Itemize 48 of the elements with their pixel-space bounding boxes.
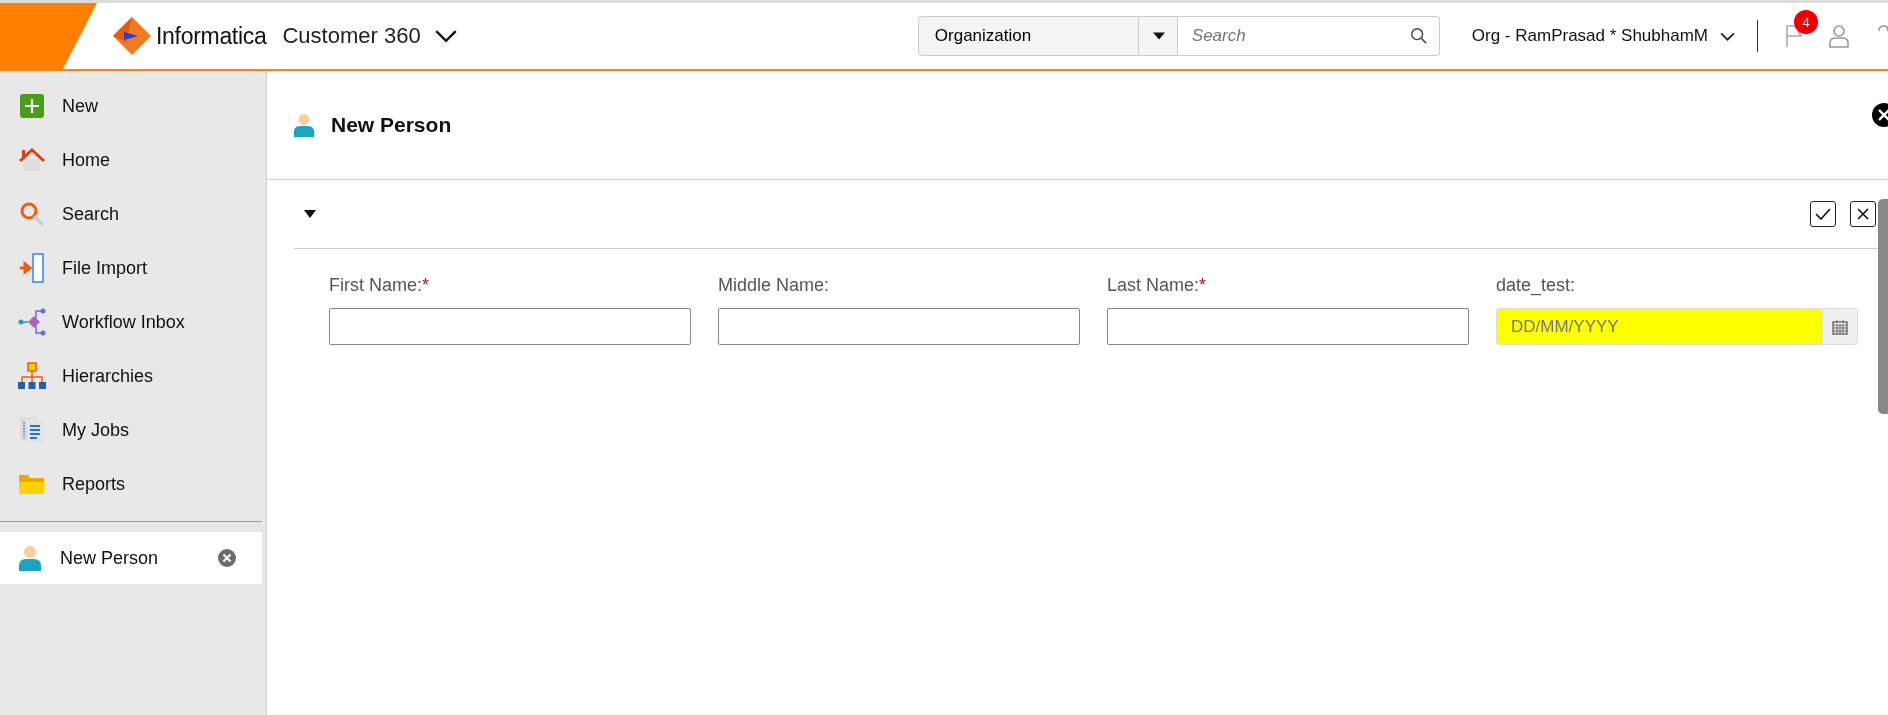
- date-field[interactable]: DD/MM/YYYY: [1496, 308, 1858, 345]
- chevron-down-icon[interactable]: [1720, 31, 1735, 41]
- sidebar-item[interactable]: File Import: [0, 241, 266, 295]
- calendar-button[interactable]: [1822, 309, 1857, 344]
- workflow-icon: [18, 308, 46, 336]
- close-icon: [1857, 208, 1869, 220]
- search-icon: [19, 201, 45, 227]
- caret-icon[interactable]: [1137, 16, 1165, 56]
- caret-icon[interactable]: [304, 210, 316, 218]
- scrollbar[interactable]: [1878, 199, 1888, 414]
- text-field[interactable]: [329, 308, 691, 345]
- plus-icon: [20, 94, 44, 118]
- search-field[interactable]: Search: [1177, 16, 1440, 56]
- sidebar-item[interactable]: Reports: [0, 457, 266, 511]
- open-record-tab[interactable]: New Person: [0, 532, 262, 584]
- save-button[interactable]: [1810, 201, 1836, 227]
- calendar-icon: [1832, 318, 1848, 335]
- flag-icon[interactable]: [1784, 24, 1804, 48]
- person-icon: [293, 113, 315, 137]
- app-name: Customer 360: [282, 23, 421, 49]
- panel-title: New Person: [331, 113, 453, 137]
- sidebar-item[interactable]: Workflow Inbox: [0, 295, 266, 349]
- field-label: First Name:*: [329, 275, 431, 296]
- text-field[interactable]: [718, 308, 1080, 345]
- checkmark-icon: [1815, 208, 1831, 220]
- sidebar-item[interactable]: Hierarchies: [0, 349, 266, 403]
- search-scope-dropdown[interactable]: Organization: [917, 16, 1178, 56]
- person-icon: [18, 545, 42, 571]
- notification-badge: 4: [1794, 10, 1818, 34]
- brand-name: Informatica: [156, 22, 267, 50]
- file-import-icon: [19, 253, 45, 283]
- search-icon[interactable]: [1409, 27, 1428, 45]
- sidebar-item[interactable]: Search: [0, 187, 266, 241]
- field-label: Middle Name:: [718, 275, 831, 296]
- sidebar-item[interactable]: My Jobs: [0, 403, 266, 457]
- folder-icon: [18, 472, 46, 496]
- field-label: date_test:: [1496, 275, 1577, 296]
- chevron-down-icon[interactable]: [434, 29, 457, 43]
- logo-icon: [112, 16, 152, 56]
- org-selector[interactable]: Org - RamPrasad * ShubhamM: [1471, 26, 1708, 46]
- hierarchy-icon: [18, 362, 46, 390]
- cancel-button[interactable]: [1850, 201, 1876, 227]
- sidebar-item[interactable]: Home: [0, 133, 266, 187]
- sidebar-item[interactable]: New: [0, 79, 266, 133]
- house-icon: [19, 148, 45, 172]
- user-icon[interactable]: [1828, 24, 1850, 48]
- field-label: Last Name:*: [1107, 275, 1208, 296]
- text-field[interactable]: [1107, 308, 1469, 345]
